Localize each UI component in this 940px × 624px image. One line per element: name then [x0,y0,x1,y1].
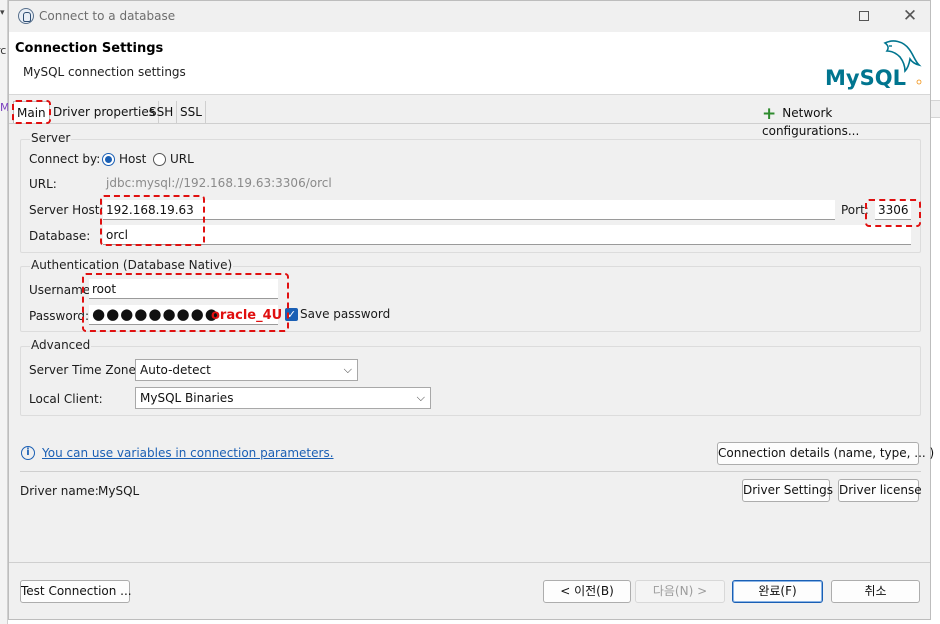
background-edge-text: rc [0,44,7,57]
url-label: URL: [29,177,57,191]
checkmark-icon: ✓ [286,308,297,321]
settings-header: Connection Settings MySQL connection set… [9,32,930,95]
test-connection-button[interactable]: Test Connection ... [20,580,132,603]
footer-separator [9,562,930,563]
driver-name-label: Driver name: [20,484,99,498]
url-field: jdbc:mysql://192.168.19.63:3306/orcl [103,173,911,193]
chevron-down-icon: ⌵ [343,363,352,376]
next-button[interactable]: 다음(N) > [635,580,725,603]
local-client-select[interactable]: MySQL Binaries ⌵ [135,387,431,409]
local-client-label: Local Client: [29,392,103,406]
local-client-value: MySQL Binaries [140,391,234,405]
advanced-group-title: Advanced [30,338,92,352]
separator [20,471,921,472]
save-password-checkbox[interactable]: ✓ [285,308,298,321]
tab-driver-properties[interactable]: Driver properties [50,101,159,124]
password-label: Password: [29,309,90,323]
finish-button[interactable]: 완료(F) [732,580,823,603]
connect-dialog: Connect to a database ✕ Connection Setti… [8,0,934,620]
password-annotation: oracle_4U [211,308,283,323]
tab-ssl[interactable]: SSL [177,101,206,124]
connect-by-label: Connect by: [29,152,101,166]
page-subtitle: MySQL connection settings [23,65,186,79]
close-button[interactable]: ✕ [895,5,925,27]
username-input[interactable]: root [89,279,278,299]
database-input[interactable]: orcl [103,225,911,245]
plus-icon: + [762,104,777,124]
close-icon: ✕ [902,6,918,26]
server-time-zone-select[interactable]: Auto-detect ⌵ [135,359,358,381]
title-bar: Connect to a database ✕ [9,1,930,32]
window-title: Connect to a database [39,9,176,23]
server-host-label: Server Host: [29,203,104,217]
host-radio-label[interactable]: Host [119,152,146,166]
tab-main[interactable]: Main [13,101,50,124]
back-button[interactable]: < 이전(B) [543,580,631,603]
driver-name-value: MySQL [98,484,140,498]
username-label: Username: [29,283,95,297]
server-time-zone-value: Auto-detect [140,363,211,377]
driver-license-button[interactable]: Driver license [838,479,922,502]
cancel-button[interactable]: 취소 [831,580,920,603]
port-label: Port: [841,203,869,217]
mysql-logo-text: MySQL [825,66,906,90]
server-host-input[interactable]: 192.168.19.63 [103,200,835,220]
network-configurations-button[interactable]: + Network configurations... [762,104,930,138]
background-edge-mark: ▾ [0,8,5,18]
mysql-logo: MySQL [825,40,922,90]
driver-settings-button[interactable]: Driver Settings [742,479,833,502]
background-editor-line [931,100,940,118]
page-title: Connection Settings [15,41,164,56]
network-configurations-label: Network configurations... [762,106,860,138]
port-input[interactable]: 3306 [875,200,911,220]
app-icon [18,8,34,24]
server-group-title: Server [30,131,72,145]
database-label: Database: [29,229,91,243]
url-radio-label[interactable]: URL [170,152,194,166]
background-editor-edge: ▾ rc M [0,0,10,624]
maximize-icon [859,11,869,21]
maximize-button[interactable] [849,5,879,27]
tab-ssh[interactable]: SSH [146,101,178,124]
url-radio[interactable] [153,153,166,166]
variables-help-link[interactable]: You can use variables in connection para… [42,446,334,460]
server-time-zone-label: Server Time Zone: [29,363,140,377]
host-radio[interactable] [102,153,115,166]
connection-details-button[interactable]: Connection details (name, type, ... ) [717,442,934,465]
chevron-down-icon: ⌵ [416,391,425,404]
save-password-label[interactable]: Save password [300,307,390,321]
authentication-group-title: Authentication (Database Native) [30,258,234,272]
info-icon: i [21,446,35,460]
